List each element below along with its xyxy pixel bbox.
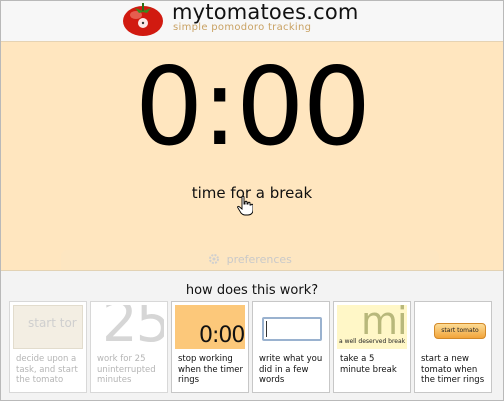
step-card-3[interactable]: 0:00 stop working when the timer rings [171,301,249,393]
step-caption: stop working when the timer rings [178,354,244,385]
step-thumbnail-text: start tor [28,316,77,330]
step-thumbnail-text: 0:00 [199,323,245,348]
start-tomato-illustration: start tomato [434,323,486,339]
tomato-logo-icon [123,3,163,36]
step-caption: work for 25 uninterrupted minutes [97,354,156,385]
preferences-label: preferences [226,253,292,266]
timer-panel[interactable]: 0:00 time for a break preferences [1,41,503,271]
timer-display: 0:00 [134,45,372,170]
step-thumbnail: start tomato [418,305,488,349]
site-header: mytomatoes.com simple pomodoro tracking [1,1,503,41]
step-caption: decide upon a task, and start the tomato [16,354,78,385]
how-it-works-title: how does this work? [185,283,319,298]
steps-strip: start tor decide upon a task, and start … [9,301,495,393]
app-window: mytomatoes.com simple pomodoro tracking … [0,0,504,401]
site-tagline: simple pomodoro tracking [173,22,312,33]
step-card-4[interactable]: write what you did in a few words [252,301,330,393]
step-card-1[interactable]: start tor decide upon a task, and start … [9,301,87,393]
step-caption: take a 5 minute break [340,354,397,375]
step-card-2[interactable]: 25 work for 25 uninterrupted minutes [90,301,168,393]
preferences-button[interactable]: preferences [61,250,439,270]
step-card-6[interactable]: start tomato start a new tomato when the… [414,301,492,393]
step-caption: start a new tomato when the timer rings [421,354,485,385]
step-caption: write what you did in a few words [259,354,323,385]
step-thumbnail: mir a well deserved break [337,305,407,349]
step-thumbnail: 0:00 [175,305,245,349]
hand-cursor-icon [237,196,253,216]
gear-icon [209,254,220,264]
step-thumbnail [256,305,326,349]
site-title[interactable]: mytomatoes.com [172,1,359,23]
text-caret [266,321,267,337]
step-card-5[interactable]: mir a well deserved break take a 5 minut… [333,301,411,393]
step-thumbnail-subtext: a well deserved break [339,338,406,345]
step-thumbnail-text: 25 [102,305,164,349]
step-thumbnail: start tor [13,305,83,349]
text-input-illustration [262,317,322,341]
step-thumbnail: 25 [94,305,164,349]
